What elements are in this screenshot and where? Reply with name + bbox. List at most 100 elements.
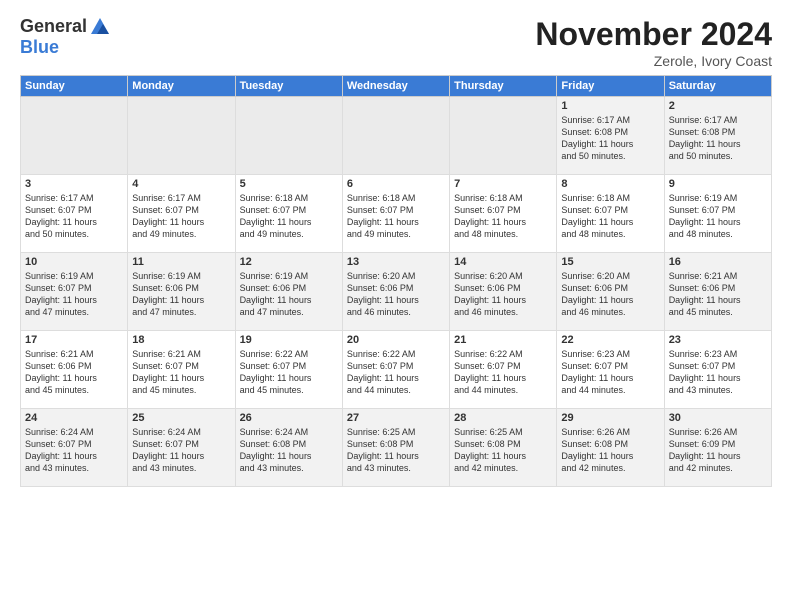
day-number: 14 [454, 256, 552, 268]
calendar-cell: 12 Sunrise: 6:19 AM Sunset: 6:06 PM Dayli… [235, 253, 342, 331]
calendar-cell: 4 Sunrise: 6:17 AM Sunset: 6:07 PM Daylig… [128, 175, 235, 253]
day-info: Sunrise: 6:22 AM Sunset: 6:07 PM Dayligh… [454, 348, 552, 397]
day-info: Sunrise: 6:19 AM Sunset: 6:06 PM Dayligh… [240, 270, 338, 319]
logo-general-text: General [20, 17, 87, 37]
calendar-cell: 30Sunrise: 6:26 AM Sunset: 6:09 PM Dayli… [664, 409, 771, 487]
day-info: Sunrise: 6:24 AM Sunset: 6:07 PM Dayligh… [25, 426, 123, 475]
day-number: 5 [240, 178, 338, 190]
day-info: Sunrise: 6:18 AM Sunset: 6:07 PM Dayligh… [561, 192, 659, 241]
calendar-cell [450, 97, 557, 175]
col-thursday: Thursday [450, 76, 557, 97]
calendar-cell: 26 Sunrise: 6:24 AM Sunset: 6:08 PM Dayli… [235, 409, 342, 487]
calendar-cell: 2 Sunrise: 6:17 AM Sunset: 6:08 PM Daylig… [664, 97, 771, 175]
day-info: Sunrise: 6:18 AM Sunset: 6:07 PM Dayligh… [240, 192, 338, 241]
day-info: Sunrise: 6:20 AM Sunset: 6:06 PM Dayligh… [454, 270, 552, 319]
calendar-cell: 27 Sunrise: 6:25 AM Sunset: 6:08 PM Dayli… [342, 409, 449, 487]
day-number: 11 [132, 256, 230, 268]
day-info: Sunrise: 6:17 AM Sunset: 6:07 PM Dayligh… [132, 192, 230, 241]
day-info: Sunrise: 6:19 AM Sunset: 6:07 PM Dayligh… [669, 192, 767, 241]
calendar-cell: 22Sunrise: 6:23 AM Sunset: 6:07 PM Dayli… [557, 331, 664, 409]
calendar-cell: 7 Sunrise: 6:18 AM Sunset: 6:07 PM Daylig… [450, 175, 557, 253]
day-number: 10 [25, 256, 123, 268]
day-number: 1 [561, 100, 659, 112]
calendar-cell: 16Sunrise: 6:21 AM Sunset: 6:06 PM Dayli… [664, 253, 771, 331]
day-number: 16 [669, 256, 767, 268]
calendar-cell: 24 Sunrise: 6:24 AM Sunset: 6:07 PM Dayli… [21, 409, 128, 487]
day-number: 22 [561, 334, 659, 346]
calendar-cell: 17 Sunrise: 6:21 AM Sunset: 6:06 PM Dayli… [21, 331, 128, 409]
day-info: Sunrise: 6:25 AM Sunset: 6:08 PM Dayligh… [454, 426, 552, 475]
col-sunday: Sunday [21, 76, 128, 97]
day-info: Sunrise: 6:22 AM Sunset: 6:07 PM Dayligh… [347, 348, 445, 397]
day-number: 13 [347, 256, 445, 268]
day-info: Sunrise: 6:23 AM Sunset: 6:07 PM Dayligh… [669, 348, 767, 397]
calendar-cell: 5 Sunrise: 6:18 AM Sunset: 6:07 PM Daylig… [235, 175, 342, 253]
calendar-table: Sunday Monday Tuesday Wednesday Thursday… [20, 75, 772, 487]
calendar-header-row: Sunday Monday Tuesday Wednesday Thursday… [21, 76, 772, 97]
day-info: Sunrise: 6:21 AM Sunset: 6:07 PM Dayligh… [132, 348, 230, 397]
day-number: 4 [132, 178, 230, 190]
calendar-cell: 10Sunrise: 6:19 AM Sunset: 6:07 PM Dayli… [21, 253, 128, 331]
day-info: Sunrise: 6:20 AM Sunset: 6:06 PM Dayligh… [347, 270, 445, 319]
calendar-cell: 28 Sunrise: 6:25 AM Sunset: 6:08 PM Dayli… [450, 409, 557, 487]
col-saturday: Saturday [664, 76, 771, 97]
day-number: 29 [561, 412, 659, 424]
day-number: 8 [561, 178, 659, 190]
calendar-cell: 21 Sunrise: 6:22 AM Sunset: 6:07 PM Dayli… [450, 331, 557, 409]
day-number: 25 [132, 412, 230, 424]
col-monday: Monday [128, 76, 235, 97]
calendar-cell [21, 97, 128, 175]
calendar-cell: 13 Sunrise: 6:20 AM Sunset: 6:06 PM Dayli… [342, 253, 449, 331]
day-info: Sunrise: 6:21 AM Sunset: 6:06 PM Dayligh… [25, 348, 123, 397]
day-number: 23 [669, 334, 767, 346]
location: Zerole, Ivory Coast [535, 53, 772, 69]
day-number: 20 [347, 334, 445, 346]
day-info: Sunrise: 6:22 AM Sunset: 6:07 PM Dayligh… [240, 348, 338, 397]
day-info: Sunrise: 6:17 AM Sunset: 6:08 PM Dayligh… [561, 114, 659, 163]
day-number: 21 [454, 334, 552, 346]
day-number: 17 [25, 334, 123, 346]
col-friday: Friday [557, 76, 664, 97]
day-info: Sunrise: 6:24 AM Sunset: 6:08 PM Dayligh… [240, 426, 338, 475]
day-info: Sunrise: 6:18 AM Sunset: 6:07 PM Dayligh… [454, 192, 552, 241]
calendar-cell [235, 97, 342, 175]
calendar-cell: 11 Sunrise: 6:19 AM Sunset: 6:06 PM Dayli… [128, 253, 235, 331]
title-block: November 2024 Zerole, Ivory Coast [535, 16, 772, 69]
day-number: 12 [240, 256, 338, 268]
calendar-cell [128, 97, 235, 175]
calendar-week-row-1: 1 Sunrise: 6:17 AM Sunset: 6:08 PM Daylig… [21, 97, 772, 175]
calendar-cell [342, 97, 449, 175]
calendar-cell: 3 Sunrise: 6:17 AM Sunset: 6:07 PM Daylig… [21, 175, 128, 253]
day-info: Sunrise: 6:18 AM Sunset: 6:07 PM Dayligh… [347, 192, 445, 241]
calendar-cell: 25Sunrise: 6:24 AM Sunset: 6:07 PM Dayli… [128, 409, 235, 487]
calendar-week-row-3: 10Sunrise: 6:19 AM Sunset: 6:07 PM Dayli… [21, 253, 772, 331]
calendar-week-row-4: 17 Sunrise: 6:21 AM Sunset: 6:06 PM Dayli… [21, 331, 772, 409]
day-info: Sunrise: 6:17 AM Sunset: 6:08 PM Dayligh… [669, 114, 767, 163]
day-number: 28 [454, 412, 552, 424]
day-info: Sunrise: 6:19 AM Sunset: 6:06 PM Dayligh… [132, 270, 230, 319]
day-number: 7 [454, 178, 552, 190]
day-number: 3 [25, 178, 123, 190]
day-number: 9 [669, 178, 767, 190]
calendar-cell: 23 Sunrise: 6:23 AM Sunset: 6:07 PM Dayli… [664, 331, 771, 409]
calendar-cell: 19 Sunrise: 6:22 AM Sunset: 6:07 PM Dayli… [235, 331, 342, 409]
day-number: 19 [240, 334, 338, 346]
day-info: Sunrise: 6:25 AM Sunset: 6:08 PM Dayligh… [347, 426, 445, 475]
logo-icon [89, 16, 111, 38]
day-number: 27 [347, 412, 445, 424]
day-number: 24 [25, 412, 123, 424]
day-number: 6 [347, 178, 445, 190]
logo: General Blue [20, 16, 111, 58]
day-info: Sunrise: 6:17 AM Sunset: 6:07 PM Dayligh… [25, 192, 123, 241]
calendar-cell: 1 Sunrise: 6:17 AM Sunset: 6:08 PM Daylig… [557, 97, 664, 175]
page: General Blue November 2024 Zerole, Ivory… [0, 0, 792, 612]
day-number: 26 [240, 412, 338, 424]
day-number: 30 [669, 412, 767, 424]
day-number: 2 [669, 100, 767, 112]
col-wednesday: Wednesday [342, 76, 449, 97]
calendar-cell: 14 Sunrise: 6:20 AM Sunset: 6:06 PM Dayli… [450, 253, 557, 331]
day-info: Sunrise: 6:20 AM Sunset: 6:06 PM Dayligh… [561, 270, 659, 319]
day-number: 15 [561, 256, 659, 268]
calendar-week-row-2: 3 Sunrise: 6:17 AM Sunset: 6:07 PM Daylig… [21, 175, 772, 253]
calendar-cell: 18Sunrise: 6:21 AM Sunset: 6:07 PM Dayli… [128, 331, 235, 409]
